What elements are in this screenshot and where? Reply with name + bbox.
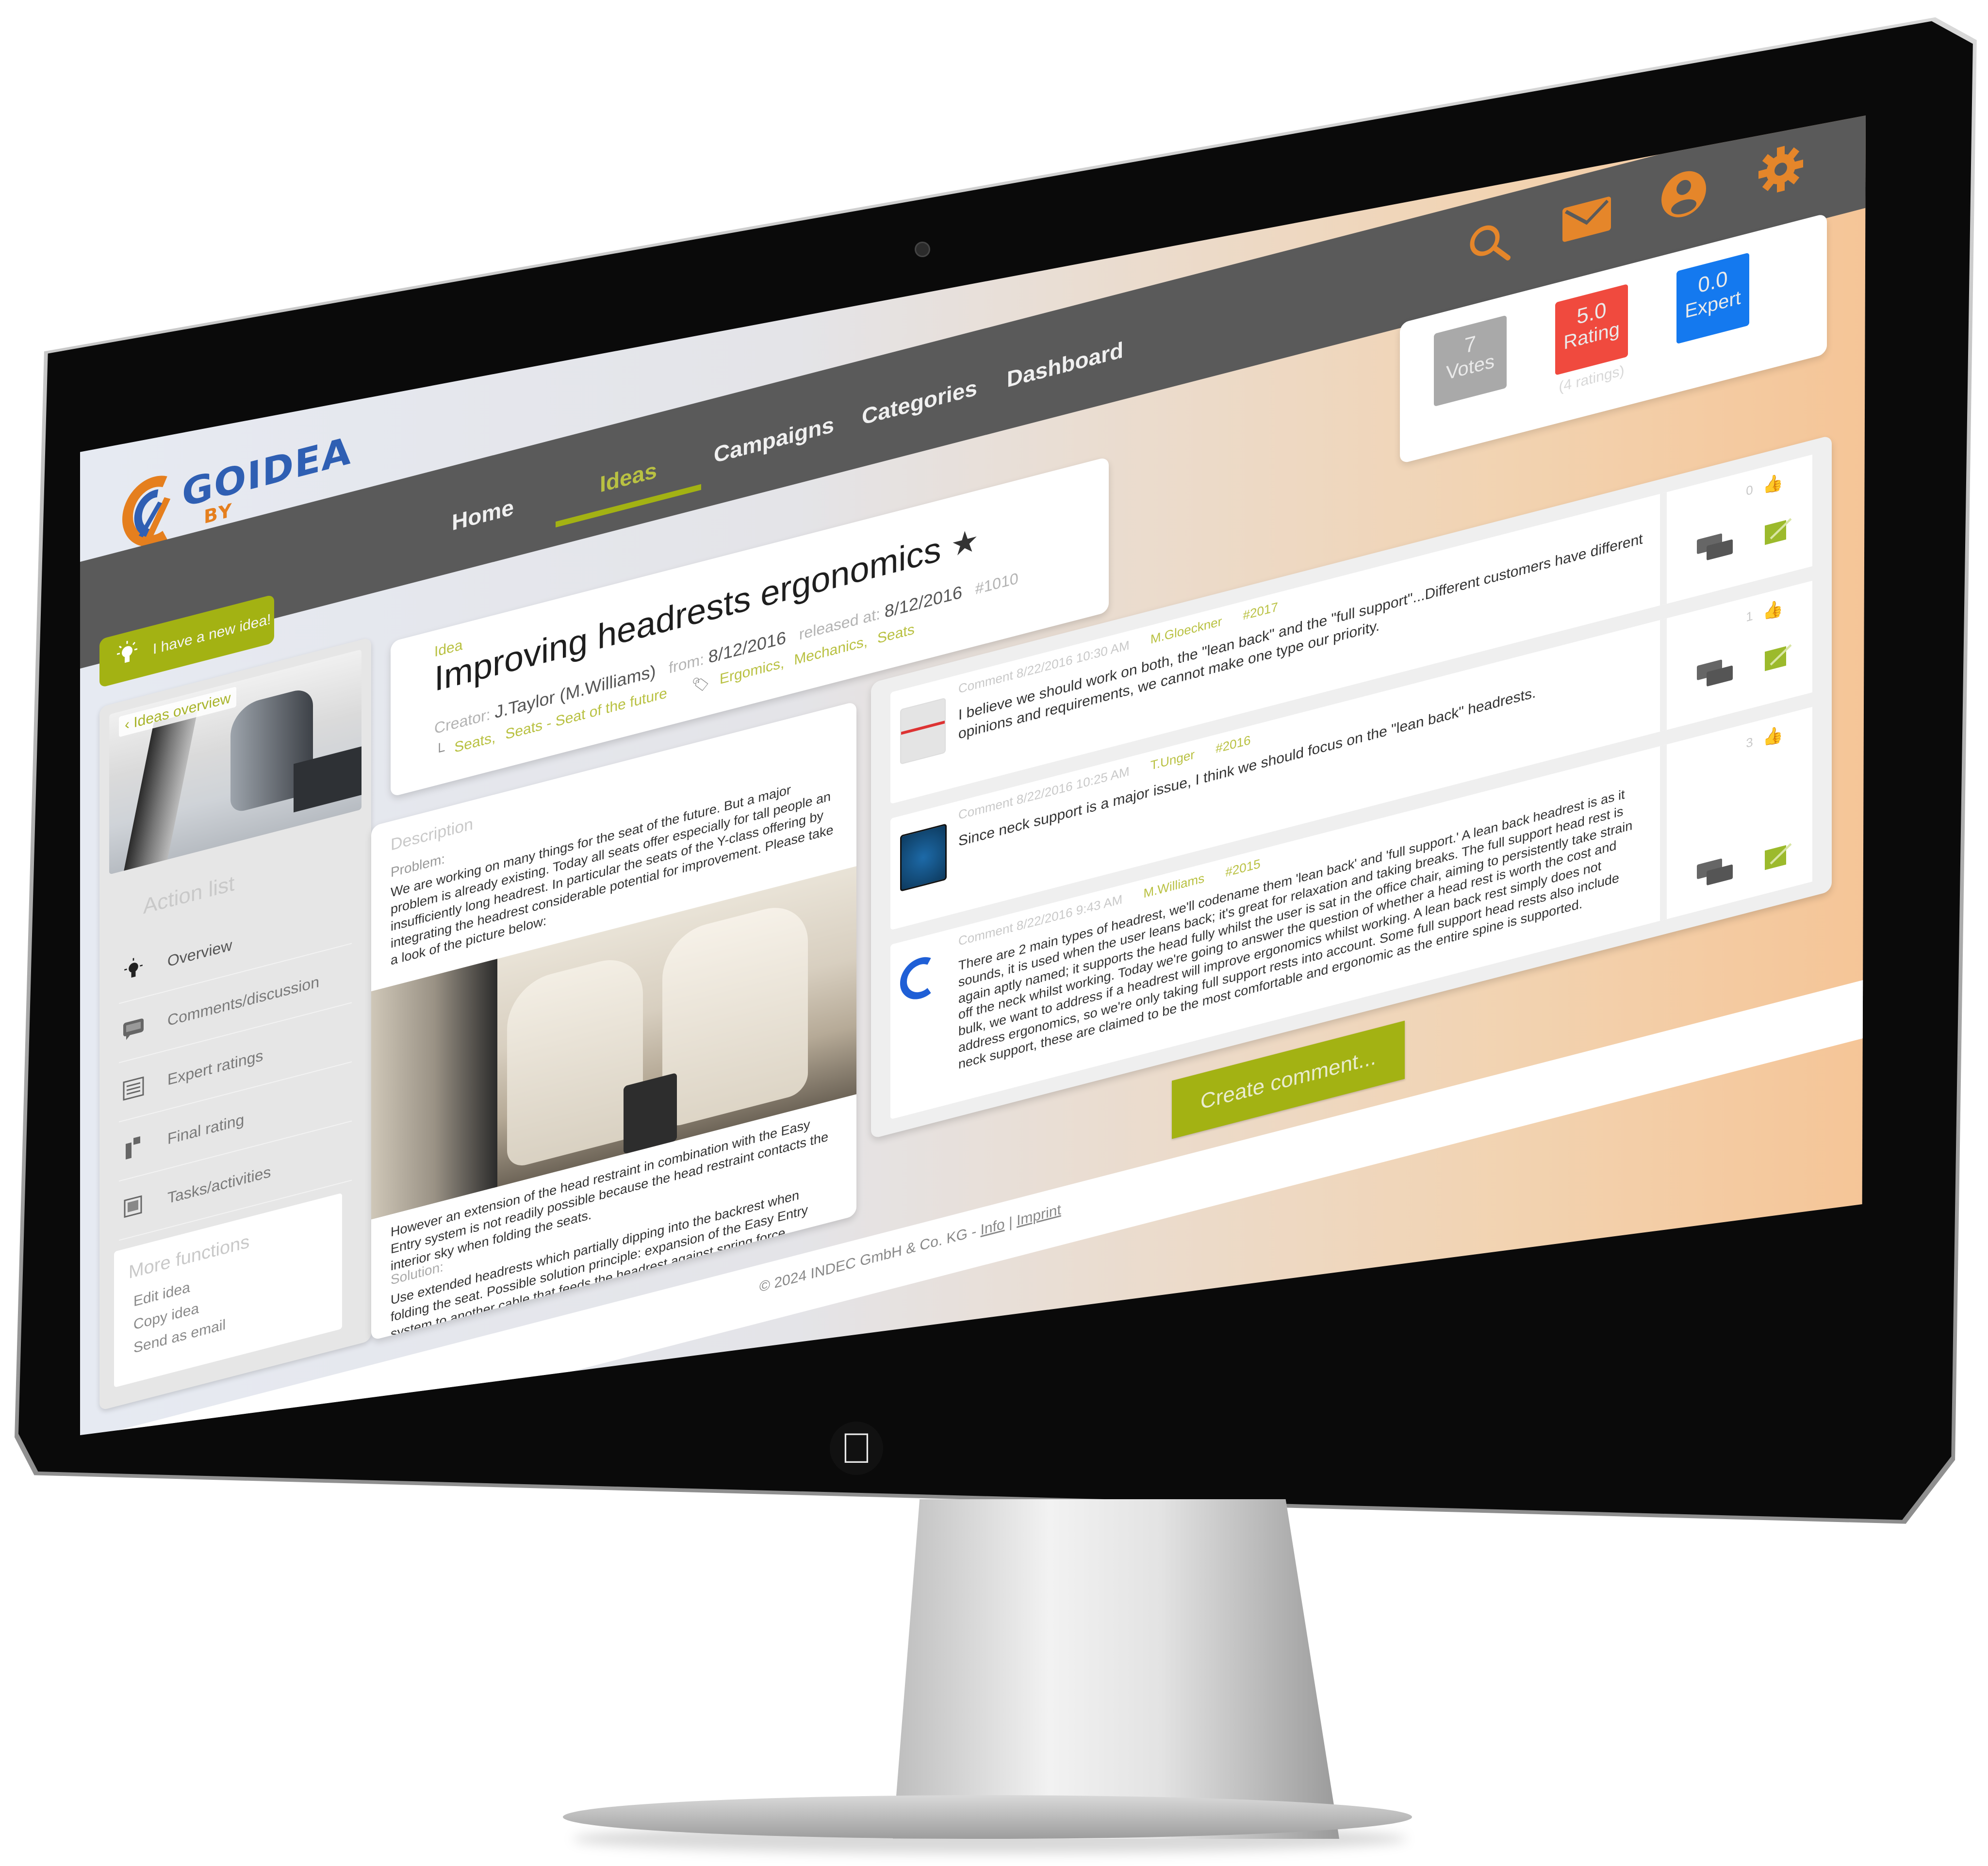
category-tree-icon: └ — [434, 742, 445, 761]
commenter-avatar — [900, 950, 944, 1015]
monitor-stand-base — [563, 1795, 1412, 1839]
comment-actions: 3 👍 — [1660, 706, 1812, 921]
reply-comments-icon[interactable] — [1696, 853, 1735, 892]
description-label: Description — [391, 814, 474, 854]
category-link[interactable]: Seats, — [454, 729, 495, 756]
thumbs-up-icon: 👍 — [1762, 598, 1783, 622]
left-sidebar: ‹ Ideas overview Action list Overview Co… — [99, 637, 371, 1411]
reply-comments-icon[interactable] — [1696, 528, 1735, 567]
tasks-icon — [119, 1194, 148, 1220]
comment-id: #2017 — [1243, 599, 1278, 623]
footer-separator: | — [1004, 1213, 1017, 1232]
comment-actions: 0 👍 — [1660, 454, 1812, 606]
info-link[interactable]: Info — [981, 1216, 1005, 1238]
expert-badge[interactable]: 0.0 Expert — [1676, 252, 1749, 344]
comment-icon — [119, 1016, 148, 1043]
action-list: Overview Comments/discussion Expert rati… — [119, 884, 352, 1241]
thumbs-up-icon: 👍 — [1762, 472, 1783, 496]
imprint-link[interactable]: Imprint — [1017, 1201, 1061, 1229]
edit-comment-icon[interactable] — [1764, 641, 1793, 673]
idea-thumbnail-image — [109, 649, 361, 875]
comment-actions: 1 👍 — [1660, 580, 1812, 732]
webcam — [915, 242, 930, 257]
thumbs-up-icon: 👍 — [1762, 724, 1783, 749]
votes-value: 7 — [1464, 331, 1477, 358]
like-button[interactable]: 3 👍 — [1746, 724, 1783, 753]
commenter-avatar — [900, 697, 946, 765]
commenter-avatar — [900, 823, 947, 892]
from-label: from: — [669, 650, 705, 677]
rating-icon — [119, 1133, 148, 1162]
like-count: 0 — [1746, 482, 1753, 498]
description-card: Description Problem: We are working on m… — [371, 701, 856, 1341]
comment-id: #2015 — [1225, 856, 1261, 880]
mail-icon[interactable] — [1560, 186, 1613, 253]
chevron-left-icon: ‹ — [125, 715, 134, 734]
action-tasks-label: Tasks/activities — [167, 1162, 271, 1207]
like-count: 3 — [1746, 734, 1753, 751]
edit-comment-icon[interactable] — [1764, 840, 1793, 872]
idea-id: #1010 — [975, 569, 1019, 598]
copyright: © 2024 INDEC GmbH & Co. KG - — [759, 1222, 981, 1295]
tag-link[interactable]: Seats — [877, 621, 915, 647]
list-icon — [119, 1075, 148, 1102]
tag-icon: 🏷 — [691, 674, 710, 695]
like-count: 1 — [1746, 608, 1753, 624]
edit-comment-icon[interactable] — [1764, 515, 1793, 547]
apple-logo-icon:  — [830, 1422, 883, 1475]
search-icon[interactable] — [1463, 211, 1516, 278]
action-expert-ratings-label: Expert ratings — [167, 1046, 263, 1089]
user-account-icon[interactable] — [1657, 161, 1710, 228]
comment-id: #2016 — [1216, 732, 1251, 756]
comment-author[interactable]: T.Unger — [1150, 747, 1195, 772]
votes-badge[interactable]: 7 Votes — [1434, 315, 1507, 407]
rating-badge[interactable]: 5.0 Rating — [1555, 283, 1628, 376]
action-list-title: Action list — [143, 871, 235, 919]
comment-author[interactable]: M.Williams — [1143, 870, 1204, 900]
settings-gear-icon[interactable] — [1754, 136, 1807, 203]
lightbulb-icon — [119, 954, 148, 986]
reply-comments-icon[interactable] — [1696, 654, 1735, 693]
released-date: 8/12/2016 — [884, 581, 963, 622]
lightbulb-icon — [116, 638, 138, 675]
monitor-stand — [893, 1499, 1339, 1839]
action-overview-label: Overview — [167, 935, 232, 970]
action-final-rating-label: Final rating — [167, 1110, 245, 1148]
like-button[interactable]: 1 👍 — [1746, 598, 1783, 627]
favorite-star-icon[interactable]: ★ — [951, 521, 979, 565]
like-button[interactable]: 0 👍 — [1746, 472, 1783, 501]
